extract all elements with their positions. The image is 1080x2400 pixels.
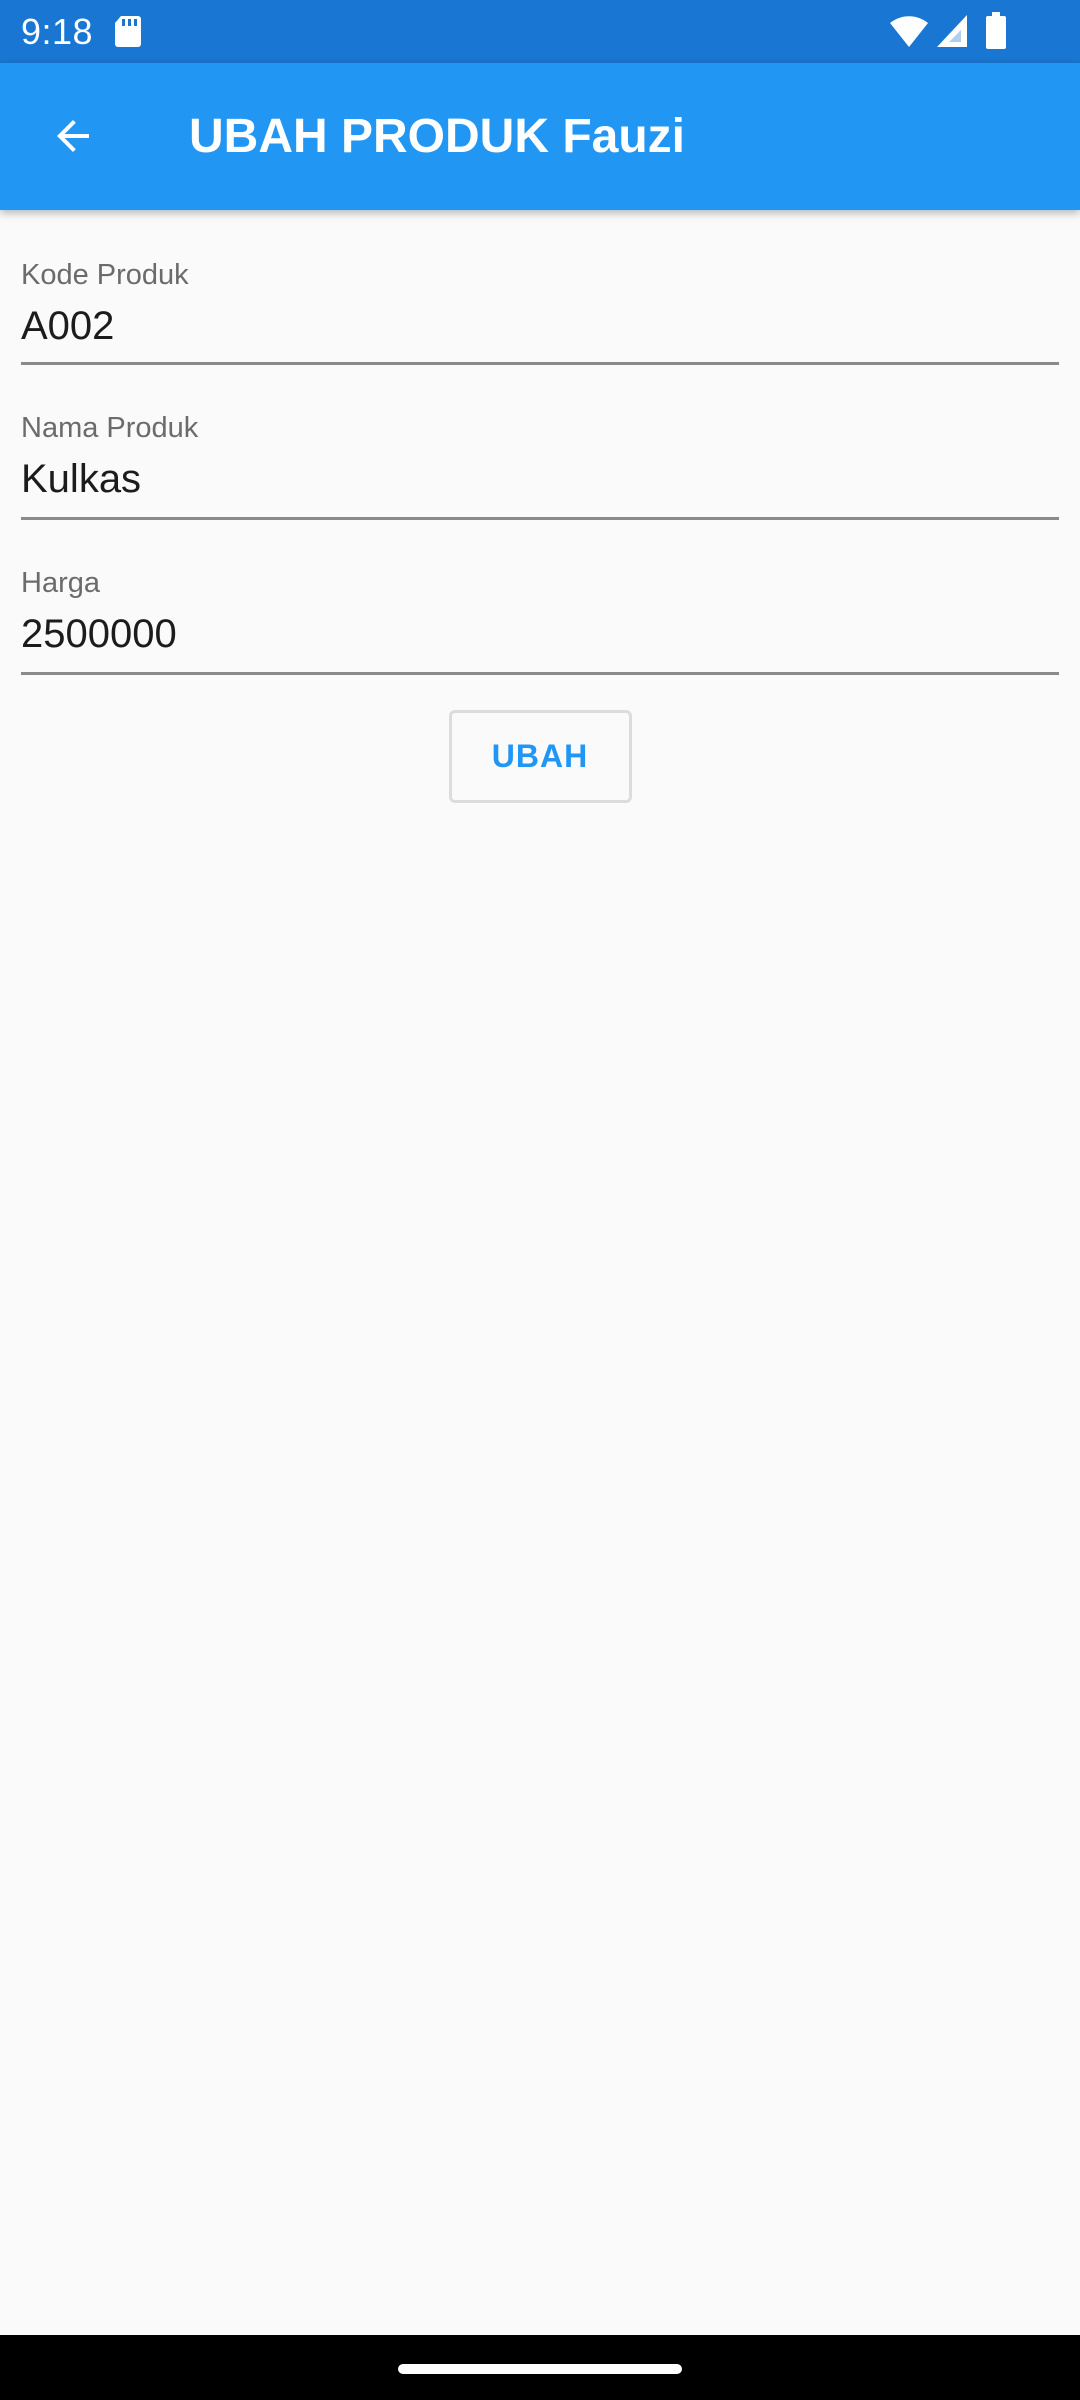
harga-input[interactable]: 2500000 [21,610,1059,658]
nama-produk-field[interactable]: Nama Produk Kulkas [21,365,1059,520]
status-time: 9:18 [21,11,94,52]
status-bar: 9:18 [0,0,1080,63]
ubah-button[interactable]: UBAH [448,710,632,803]
harga-field[interactable]: Harga 2500000 [21,520,1059,675]
nama-produk-label: Nama Produk [21,412,199,444]
cellular-signal-icon [936,14,968,48]
button-row: UBAH [0,710,1080,803]
wifi-icon [889,14,929,48]
nama-produk-input[interactable]: Kulkas [21,455,1059,503]
arrow-back-icon [57,120,89,152]
app-bar: UBAH PRODUK Fauzi [0,63,1080,210]
battery-icon [985,12,1007,50]
product-form: Kode Produk A002 Nama Produk Kulkas Harg… [21,210,1059,675]
navigation-bar [0,2335,1080,2400]
kode-produk-input[interactable]: A002 [21,302,1059,350]
sd-card-icon [113,14,142,48]
page-title: UBAH PRODUK Fauzi [189,110,686,163]
harga-label: Harga [21,567,100,599]
kode-produk-field[interactable]: Kode Produk A002 [21,210,1059,365]
back-button[interactable] [30,93,116,179]
kode-produk-label: Kode Produk [21,259,189,291]
home-handle[interactable] [398,2364,682,2374]
